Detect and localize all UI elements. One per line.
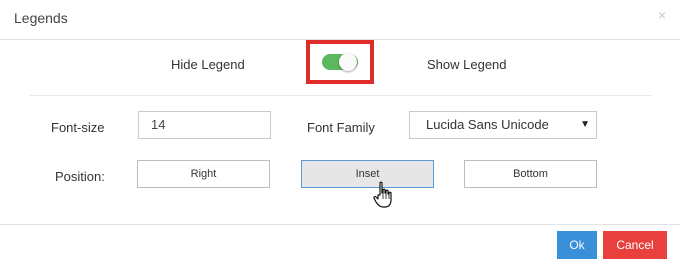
- legends-dialog: Legends × Hide Legend Show Legend Font-s…: [0, 0, 680, 264]
- hide-legend-label: Hide Legend: [171, 57, 245, 72]
- position-label: Position:: [55, 169, 105, 184]
- section-divider: [30, 95, 652, 96]
- cancel-button[interactable]: Cancel: [603, 231, 667, 259]
- toggle-knob: [339, 53, 357, 71]
- dialog-title: Legends: [14, 10, 68, 26]
- position-right-button[interactable]: Right: [137, 160, 270, 188]
- font-size-label: Font-size: [51, 120, 105, 135]
- legend-toggle-switch[interactable]: [322, 53, 358, 71]
- hand-pointer-icon: [373, 181, 392, 208]
- footer-divider: [0, 224, 680, 225]
- close-icon[interactable]: ×: [658, 7, 666, 23]
- font-family-select[interactable]: Lucida Sans Unicode ▼: [409, 111, 597, 139]
- dropdown-arrow-icon: ▼: [580, 119, 590, 130]
- font-size-input[interactable]: 14: [138, 111, 271, 139]
- font-family-label: Font Family: [307, 120, 375, 135]
- show-legend-label: Show Legend: [427, 57, 507, 72]
- position-bottom-button[interactable]: Bottom: [464, 160, 597, 188]
- ok-button[interactable]: Ok: [557, 231, 597, 259]
- position-inset-button[interactable]: Inset: [301, 160, 434, 188]
- font-family-value: Lucida Sans Unicode: [426, 117, 549, 132]
